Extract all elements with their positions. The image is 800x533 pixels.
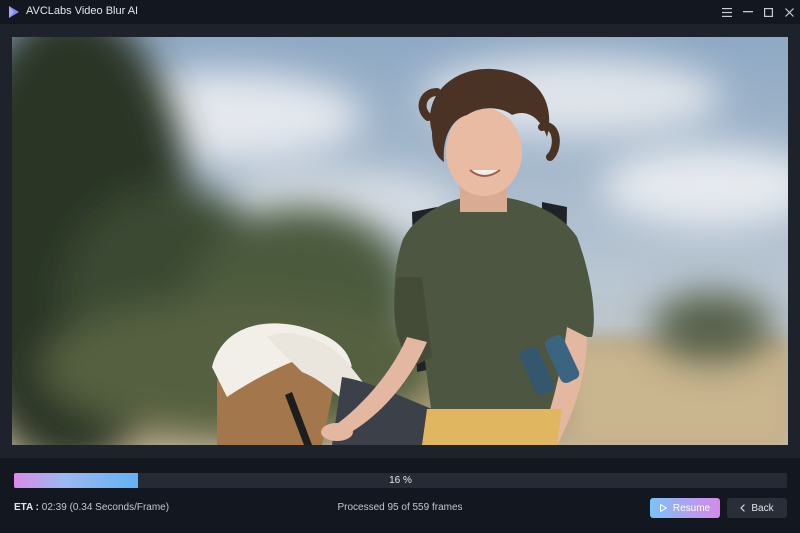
minimize-icon[interactable]: [737, 0, 758, 24]
progress-percent: 16 %: [389, 475, 412, 486]
resume-label: Resume: [672, 502, 711, 514]
preview-panel: [0, 24, 800, 458]
frames-status: Processed 95 of 559 frames: [337, 502, 463, 513]
close-icon[interactable]: [779, 0, 800, 24]
title-bar: AVCLabs Video Blur AI: [0, 0, 800, 24]
progress-bar: 16 %: [14, 473, 787, 488]
play-icon: [659, 504, 667, 512]
menu-icon[interactable]: [716, 0, 737, 24]
eta-label: ETA :: [14, 502, 39, 513]
app-title: AVCLabs Video Blur AI: [26, 5, 139, 17]
chevron-left-icon: [740, 504, 746, 512]
maximize-icon[interactable]: [758, 0, 779, 24]
back-label: Back: [751, 502, 774, 514]
window-controls: [716, 0, 800, 24]
eta-value: 02:39 (0.34 Seconds/Frame): [41, 502, 170, 513]
resume-button[interactable]: Resume: [650, 498, 720, 518]
app-logo-icon: [8, 5, 20, 19]
video-frame-image: [12, 37, 788, 445]
video-preview: [12, 37, 788, 445]
back-button[interactable]: Back: [727, 498, 787, 518]
eta-status: ETA : 02:39 (0.34 Seconds/Frame): [14, 502, 169, 513]
